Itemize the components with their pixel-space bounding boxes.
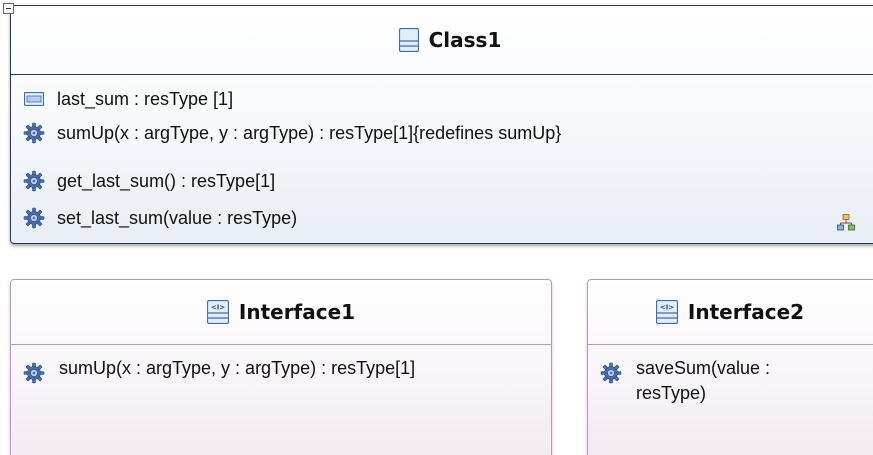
operation-label: sumUp(x : argType, y : argType) : resTyp…	[57, 122, 562, 143]
class1-operation-row[interactable]: sumUp(x : argType, y : argType) : resTyp…	[23, 122, 561, 144]
property-icon	[23, 88, 45, 110]
interface-icon: <I>	[206, 300, 229, 324]
operation-gear-icon	[23, 122, 45, 144]
collapse-toggle-button[interactable]	[3, 3, 14, 14]
class1-node[interactable]: Class1 last_sum : resType [1] sumUp(x : …	[10, 5, 873, 244]
interface2-name: Interface2	[687, 300, 805, 324]
interface1-operation-row[interactable]: sumUp(x : argType, y : argType) : resTyp…	[23, 356, 523, 384]
interface-icon: <I>	[655, 300, 678, 324]
interface2-node[interactable]: <I> Interface2 saveSum(value : resType)	[587, 279, 873, 455]
class1-divider	[11, 74, 873, 75]
operation-label: sumUp(x : argType, y : argType) : resTyp…	[59, 358, 416, 378]
operation-label: set_last_sum(value : resType)	[57, 207, 298, 228]
class1-attribute-row[interactable]: last_sum : resType [1]	[23, 88, 233, 110]
operation-label: get_last_sum() : resType[1]	[57, 170, 276, 191]
operation-gear-icon	[600, 362, 622, 384]
attribute-label: last_sum : resType [1]	[57, 88, 234, 109]
svg-text:<I>: <I>	[660, 304, 674, 312]
interface2-divider	[588, 344, 873, 345]
interface1-divider	[11, 344, 551, 345]
interface2-operation-row[interactable]: saveSum(value : resType)	[600, 356, 860, 406]
interface1-header: <I> Interface1	[11, 280, 551, 344]
interface1-name: Interface1	[238, 300, 356, 324]
operation-label: saveSum(value : resType)	[636, 358, 771, 403]
class1-name: Class1	[428, 28, 502, 52]
operation-gear-icon	[23, 170, 45, 192]
operation-gear-icon	[23, 207, 45, 229]
class1-operation-row[interactable]: set_last_sum(value : resType)	[23, 207, 297, 229]
svg-text:<I>: <I>	[211, 304, 225, 312]
class-icon	[398, 28, 419, 52]
interface1-node[interactable]: <I> Interface1 sumUp(x : argType, y : ar…	[10, 279, 552, 455]
operation-gear-icon	[23, 362, 45, 384]
hierarchy-icon[interactable]	[837, 214, 855, 236]
class1-operation-row[interactable]: get_last_sum() : resType[1]	[23, 170, 275, 192]
class1-header: Class1	[11, 6, 873, 74]
interface2-header: <I> Interface2	[588, 280, 872, 344]
